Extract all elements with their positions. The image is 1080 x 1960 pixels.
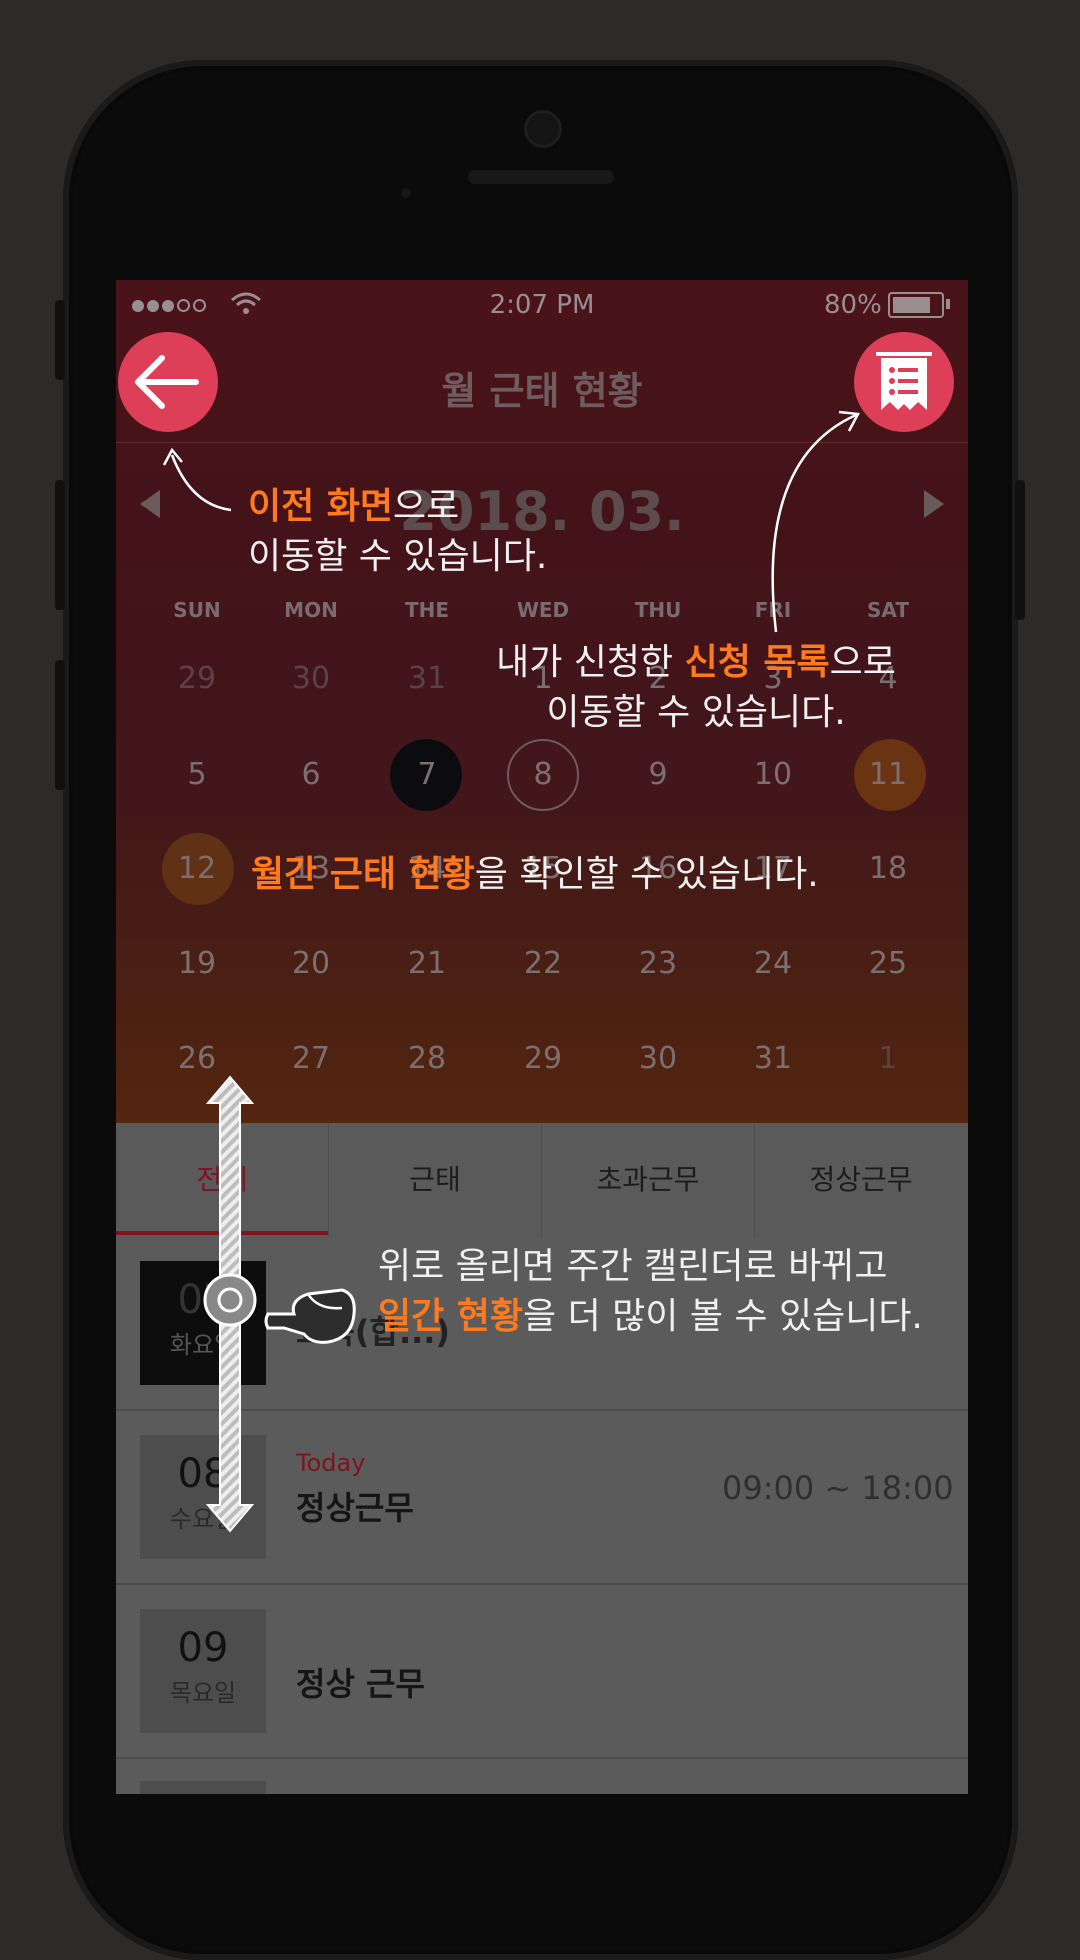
earpiece-speaker bbox=[468, 170, 614, 184]
power-button bbox=[1015, 480, 1025, 620]
volume-down-button bbox=[55, 660, 65, 790]
mute-switch bbox=[55, 300, 65, 380]
guide-swipe: 위로 올리면 주간 캘린더로 바뀌고 일간 현황을 더 많이 볼 수 있습니다. bbox=[378, 1242, 923, 1342]
pointing-hand-icon bbox=[264, 1288, 356, 1344]
guide-monthly-highlight: 월간 근태 현황 bbox=[251, 854, 475, 895]
guide-request-pre: 내가 신청한 bbox=[496, 642, 685, 683]
swipe-guide-icon bbox=[203, 1075, 257, 1533]
guide-back-text: 으로 bbox=[393, 486, 460, 527]
front-camera bbox=[524, 110, 562, 148]
app-screen: 2:07 PM 80% 월 근태 현황 2018. 03. SUN MON TH… bbox=[116, 280, 968, 1794]
guide-swipe-highlight: 일간 현황 bbox=[378, 1296, 524, 1337]
guide-swipe-text: 을 더 많이 볼 수 있습니다. bbox=[523, 1296, 923, 1337]
guide-request-text: 으로 bbox=[829, 642, 896, 683]
guide-back-highlight: 이전 화면 bbox=[248, 486, 394, 527]
guide-request-highlight: 신청 목록 bbox=[684, 642, 830, 683]
guide-request-line2: 이동할 수 있습니다. bbox=[546, 692, 846, 733]
guide-monthly: 월간 근태 현황을 확인할 수 있습니다. bbox=[251, 850, 819, 900]
guide-swipe-line1: 위로 올리면 주간 캘린더로 바뀌고 bbox=[378, 1246, 888, 1287]
guide-back-line2: 이동할 수 있습니다. bbox=[248, 536, 548, 577]
guide-monthly-text: 을 확인할 수 있습니다. bbox=[474, 854, 819, 895]
volume-up-button bbox=[55, 480, 65, 610]
proximity-sensor bbox=[401, 188, 411, 198]
guide-request: 내가 신청한 신청 목록으로 이동할 수 있습니다. bbox=[416, 638, 968, 738]
guide-back: 이전 화면으로 이동할 수 있습니다. bbox=[248, 482, 547, 582]
